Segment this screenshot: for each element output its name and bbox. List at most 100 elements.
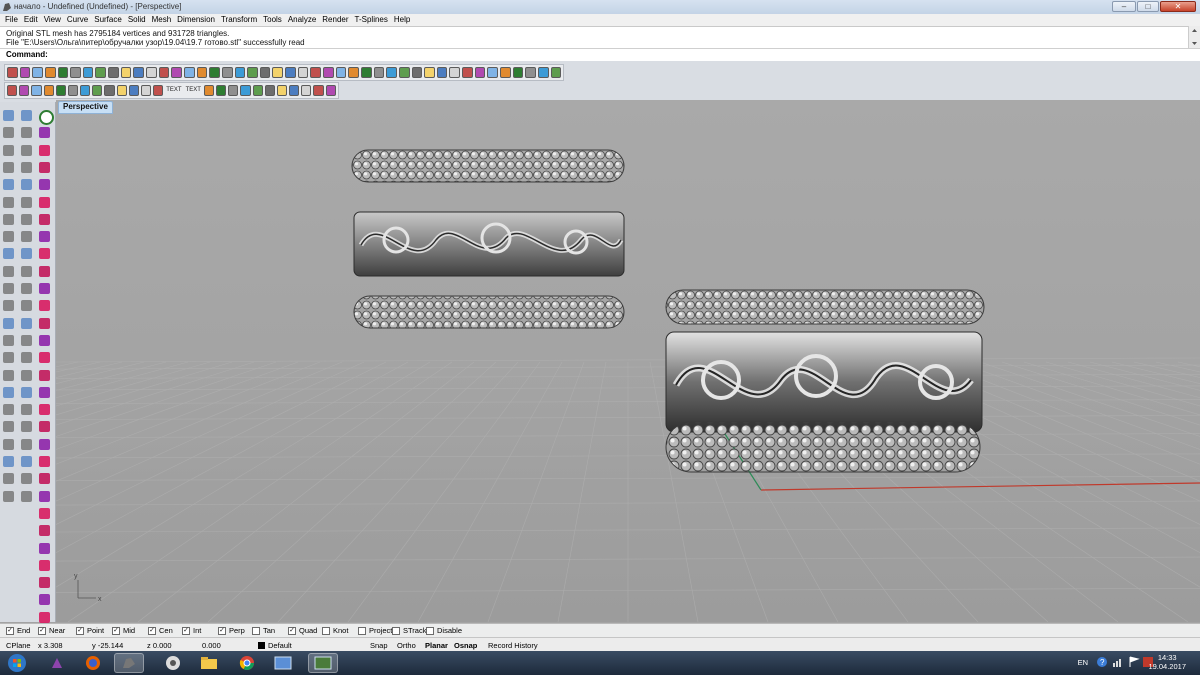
left-toolbar-tool-icon[interactable]: [3, 490, 14, 502]
toolbar-tool-icon[interactable]: [19, 67, 31, 78]
osnap-tan[interactable]: Tan: [252, 626, 275, 635]
toolbar-tool-icon[interactable]: [323, 67, 334, 78]
toolbar-tool-icon[interactable]: [313, 85, 324, 96]
flag-tray-icon[interactable]: [1128, 656, 1140, 670]
toolbar-tool-icon[interactable]: [537, 67, 549, 78]
left-toolbar-tool-icon[interactable]: [39, 300, 50, 312]
left-toolbar-tool-icon[interactable]: [3, 196, 14, 208]
left-toolbar-tool-icon[interactable]: [3, 127, 14, 139]
taskbar-app-purple-icon[interactable]: [42, 653, 72, 673]
osnap-checkbox[interactable]: ✓: [288, 626, 296, 635]
left-toolbar-tool-icon[interactable]: [39, 196, 50, 208]
left-toolbar-tool-icon[interactable]: [39, 456, 50, 467]
toolbar-tool-icon[interactable]: [436, 67, 448, 78]
toolbar-tool-icon[interactable]: [449, 67, 461, 78]
left-toolbar-tool-icon[interactable]: [39, 248, 50, 260]
status-cplane[interactable]: CPlane: [6, 641, 31, 650]
osnap-mid[interactable]: ✓ Mid: [112, 626, 135, 635]
toolbar-tool-icon[interactable]: [398, 67, 410, 78]
left-toolbar-tool-icon[interactable]: [21, 438, 32, 450]
toolbar-tool-icon[interactable]: [499, 67, 511, 78]
toolbar-tool-icon[interactable]: [32, 67, 43, 78]
osnap-quad[interactable]: ✓ Quad: [288, 626, 317, 635]
toolbar-tool-icon[interactable]: [209, 67, 220, 78]
toolbar-tool-icon[interactable]: [259, 67, 271, 78]
osnap-strack[interactable]: STrack: [392, 626, 426, 635]
menu-help[interactable]: Help: [391, 14, 413, 26]
left-toolbar-tool-icon[interactable]: [39, 334, 50, 346]
rhino-app-icon[interactable]: [2, 2, 12, 12]
left-toolbar-tool-icon[interactable]: [39, 161, 50, 173]
toolbar-tool-icon[interactable]: [285, 67, 296, 78]
osnap-int[interactable]: ✓ Int: [182, 626, 201, 635]
toolbar-tool-icon[interactable]: [297, 67, 309, 78]
toolbar-tool-icon[interactable]: [92, 85, 103, 96]
toolbar-tool-icon[interactable]: [247, 67, 258, 78]
left-toolbar-tool-icon[interactable]: [39, 127, 50, 139]
status-osnap[interactable]: Osnap: [454, 641, 477, 650]
menu-tsplines[interactable]: T-Splines: [352, 14, 391, 26]
toolbar-tool-icon[interactable]: [325, 85, 336, 96]
osnap-checkbox[interactable]: ✓: [218, 626, 226, 635]
left-toolbar-tool-icon[interactable]: [3, 144, 14, 156]
ring-set-right[interactable]: [665, 289, 985, 473]
text-tool-button[interactable]: TEXT: [185, 85, 202, 96]
left-toolbar-tool-icon[interactable]: [3, 386, 14, 398]
toolbar-tool-icon[interactable]: [228, 85, 239, 96]
toolbar-tool-icon[interactable]: [289, 85, 300, 96]
osnap-checkbox[interactable]: ✓: [6, 626, 14, 635]
left-toolbar-tool-icon[interactable]: [3, 369, 14, 381]
left-toolbar-tool-icon[interactable]: [21, 161, 32, 173]
left-toolbar-tool-icon[interactable]: [39, 490, 50, 502]
left-toolbar-tool-icon[interactable]: [39, 283, 50, 294]
toolbar-tool-icon[interactable]: [411, 67, 423, 78]
left-toolbar-tool-icon[interactable]: [3, 213, 14, 225]
toolbar-tool-icon[interactable]: [44, 67, 56, 78]
osnap-near[interactable]: ✓ Near: [38, 626, 65, 635]
toolbar-tool-icon[interactable]: [140, 85, 152, 96]
left-toolbar-tool-icon[interactable]: [39, 559, 50, 571]
toolbar-tool-icon[interactable]: [95, 67, 107, 78]
left-toolbar-tool-icon[interactable]: [21, 300, 32, 312]
toolbar-tool-icon[interactable]: [301, 85, 312, 96]
toolbar-tool-icon[interactable]: [240, 85, 251, 96]
osnap-checkbox[interactable]: ✓: [112, 626, 120, 635]
left-toolbar-tool-icon[interactable]: [39, 179, 50, 191]
toolbar-tool-icon[interactable]: [203, 85, 215, 96]
toolbar-tool-icon[interactable]: [133, 67, 145, 78]
left-toolbar-tool-icon[interactable]: [39, 352, 50, 364]
left-toolbar-tool-icon[interactable]: [21, 352, 32, 364]
osnap-point[interactable]: ✓ Point: [76, 626, 104, 635]
osnap-checkbox[interactable]: ✓: [182, 626, 190, 635]
left-toolbar-tool-icon[interactable]: [3, 110, 14, 121]
app-task-icon[interactable]: [158, 653, 188, 673]
osnap-cen[interactable]: ✓ Cen: [148, 626, 173, 635]
left-toolbar-tool-icon[interactable]: [39, 369, 50, 381]
left-toolbar-tool-icon[interactable]: [21, 456, 32, 467]
osnap-checkbox[interactable]: [322, 626, 330, 635]
menu-view[interactable]: View: [41, 14, 64, 26]
toolbar-tool-icon[interactable]: [146, 67, 157, 78]
menu-solid[interactable]: Solid: [125, 14, 149, 26]
osnap-checkbox[interactable]: ✓: [38, 626, 46, 635]
left-toolbar-tool-icon[interactable]: [3, 317, 14, 329]
command-line[interactable]: Command:: [0, 48, 1200, 62]
toolbar-tool-icon[interactable]: [335, 67, 347, 78]
toolbar-tool-icon[interactable]: [474, 67, 486, 78]
toolbar-tool-icon[interactable]: [108, 67, 119, 78]
left-toolbar-tool-icon[interactable]: [3, 248, 14, 260]
rhino-task-icon[interactable]: [114, 653, 144, 673]
left-toolbar-tool-icon[interactable]: [39, 507, 50, 519]
firefox-icon[interactable]: [78, 653, 108, 673]
left-toolbar-tool-icon[interactable]: [39, 317, 50, 329]
toolbar-tool-icon[interactable]: [272, 67, 284, 78]
status-snap[interactable]: Snap: [370, 641, 388, 650]
left-toolbar-tool-icon[interactable]: [39, 525, 50, 537]
left-toolbar-tool-icon[interactable]: [21, 265, 32, 277]
explorer-folder-icon[interactable]: [194, 653, 224, 673]
window-task-icon[interactable]: [268, 653, 298, 673]
left-toolbar-tool-icon[interactable]: [21, 421, 32, 433]
left-toolbar-tool-icon[interactable]: [21, 490, 32, 502]
left-toolbar-tool-icon[interactable]: [39, 577, 50, 589]
left-toolbar-tool-icon[interactable]: [21, 369, 32, 381]
